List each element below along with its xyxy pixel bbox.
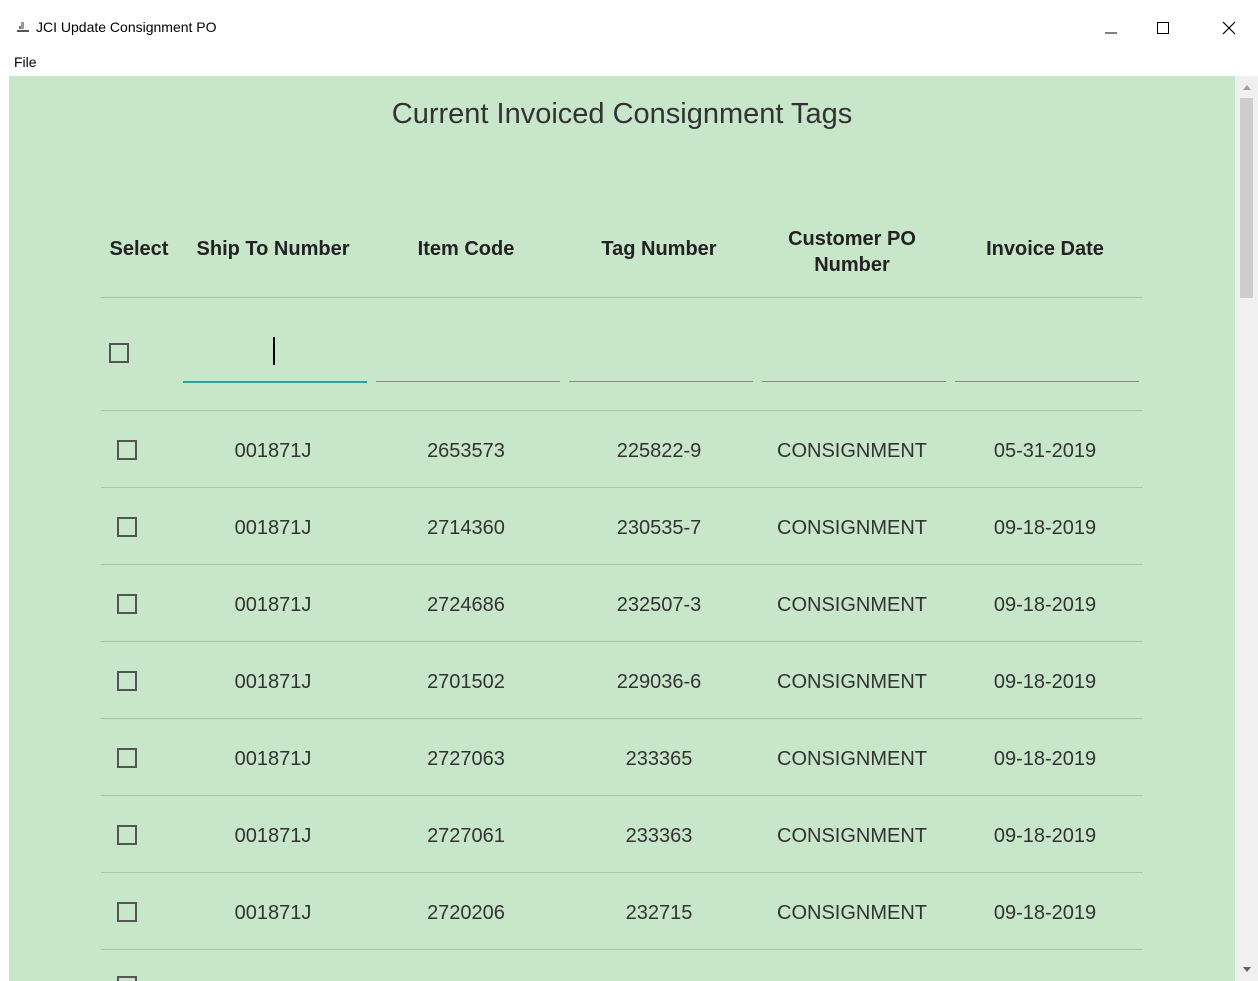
cell-ship-to: 001871J [234, 594, 312, 616]
title-bar: JCI Update Consignment PO [0, 0, 1258, 50]
scroll-down-icon [1242, 967, 1251, 972]
row-select-checkbox[interactable] [117, 748, 137, 768]
scroll-up-button[interactable] [1235, 76, 1258, 98]
cell-invoice-date: 05-31-2019 [993, 440, 1097, 462]
row-divider [101, 718, 1143, 719]
header-customer-po-number: Customer PO Number [762, 226, 942, 278]
filter-divider [101, 410, 1143, 411]
scrollbar-thumb[interactable] [1240, 98, 1253, 298]
cell-ship-to: 001871J [234, 671, 312, 693]
menu-bar: File [0, 50, 1258, 76]
row-divider [101, 872, 1143, 873]
cell-ship-to: 001871J [234, 517, 312, 539]
cell-item-code: 2727061 [427, 825, 505, 847]
row-divider [101, 641, 1143, 642]
scroll-up-icon [1242, 85, 1251, 90]
vertical-scrollbar[interactable] [1235, 76, 1258, 981]
cell-item-code: 2714360 [427, 517, 505, 539]
cell-customer-po: CONSIGNMENT [777, 748, 927, 770]
minimize-button[interactable] [1088, 8, 1134, 48]
cell-customer-po: CONSIGNMENT [777, 440, 927, 462]
minimize-icon [1105, 32, 1117, 34]
row-divider [101, 949, 1143, 950]
row-divider [101, 487, 1143, 488]
header-select: Select [109, 238, 169, 260]
maximize-button[interactable] [1140, 8, 1186, 48]
app-icon [17, 22, 29, 32]
row-select-checkbox[interactable] [117, 594, 137, 614]
cell-customer-po: CONSIGNMENT [777, 671, 927, 693]
header-invoice-date: Invoice Date [986, 238, 1104, 260]
window-title: JCI Update Consignment PO [36, 19, 217, 35]
cell-item-code: 2653573 [427, 440, 505, 462]
cell-invoice-date: 09-18-2019 [993, 594, 1097, 616]
cell-tag-number: 225822-9 [616, 440, 702, 462]
header-divider [101, 297, 1143, 298]
filter-item-code-input[interactable] [376, 341, 560, 382]
page-title: Current Invoiced Consignment Tags [391, 98, 853, 130]
cell-customer-po: CONSIGNMENT [777, 825, 927, 847]
cell-invoice-date: 09-18-2019 [993, 902, 1097, 924]
header-ship-to-number: Ship To Number [196, 238, 350, 260]
header-item-code: Item Code [417, 238, 515, 260]
main-content: Current Invoiced Consignment Tags Select… [9, 76, 1235, 981]
close-icon [1222, 21, 1236, 35]
filter-tag-number-input[interactable] [569, 341, 753, 382]
cell-tag-number: 229036-6 [616, 671, 702, 693]
cell-customer-po: CONSIGNMENT [777, 594, 927, 616]
cell-invoice-date: 09-18-2019 [993, 825, 1097, 847]
cell-ship-to: 001871J [234, 902, 312, 924]
cell-ship-to: 001871J [234, 825, 312, 847]
header-customer-po-line1: Customer PO [788, 228, 916, 250]
row-select-checkbox[interactable] [117, 671, 137, 691]
header-tag-number: Tag Number [601, 238, 717, 260]
cell-tag-number: 232507-3 [616, 594, 702, 616]
cell-ship-to: 001871J [234, 748, 312, 770]
cell-invoice-date: 09-18-2019 [993, 748, 1097, 770]
text-caret [273, 337, 275, 365]
cell-customer-po: CONSIGNMENT [777, 517, 927, 539]
cell-invoice-date: 09-18-2019 [993, 517, 1097, 539]
select-all-checkbox[interactable] [109, 343, 129, 363]
cell-tag-number: 233363 [625, 825, 693, 847]
cell-tag-number: 233365 [625, 748, 693, 770]
cell-invoice-date: 09-18-2019 [993, 671, 1097, 693]
cell-item-code: 2727063 [427, 748, 505, 770]
row-divider [101, 795, 1143, 796]
row-select-checkbox[interactable] [117, 976, 137, 981]
row-select-checkbox[interactable] [117, 440, 137, 460]
maximize-icon [1157, 22, 1169, 34]
header-customer-po-line2: Number [814, 254, 890, 276]
cell-ship-to: 001871J [234, 440, 312, 462]
cell-tag-number: 230535-7 [616, 517, 702, 539]
cell-item-code: 2724686 [427, 594, 505, 616]
row-select-checkbox[interactable] [117, 825, 137, 845]
cell-item-code: 2720206 [427, 902, 505, 924]
cell-item-code: 2701502 [427, 671, 505, 693]
close-button[interactable] [1206, 8, 1252, 48]
scroll-down-button[interactable] [1235, 959, 1258, 981]
filter-invoice-date-input[interactable] [955, 341, 1139, 382]
filter-ship-to-input[interactable] [183, 341, 367, 383]
cell-customer-po: CONSIGNMENT [777, 902, 927, 924]
row-divider [101, 564, 1143, 565]
row-select-checkbox[interactable] [117, 517, 137, 537]
filter-customer-po-input[interactable] [762, 341, 946, 382]
menu-file[interactable]: File [14, 54, 37, 70]
row-select-checkbox[interactable] [117, 902, 137, 922]
cell-tag-number: 232715 [625, 902, 693, 924]
